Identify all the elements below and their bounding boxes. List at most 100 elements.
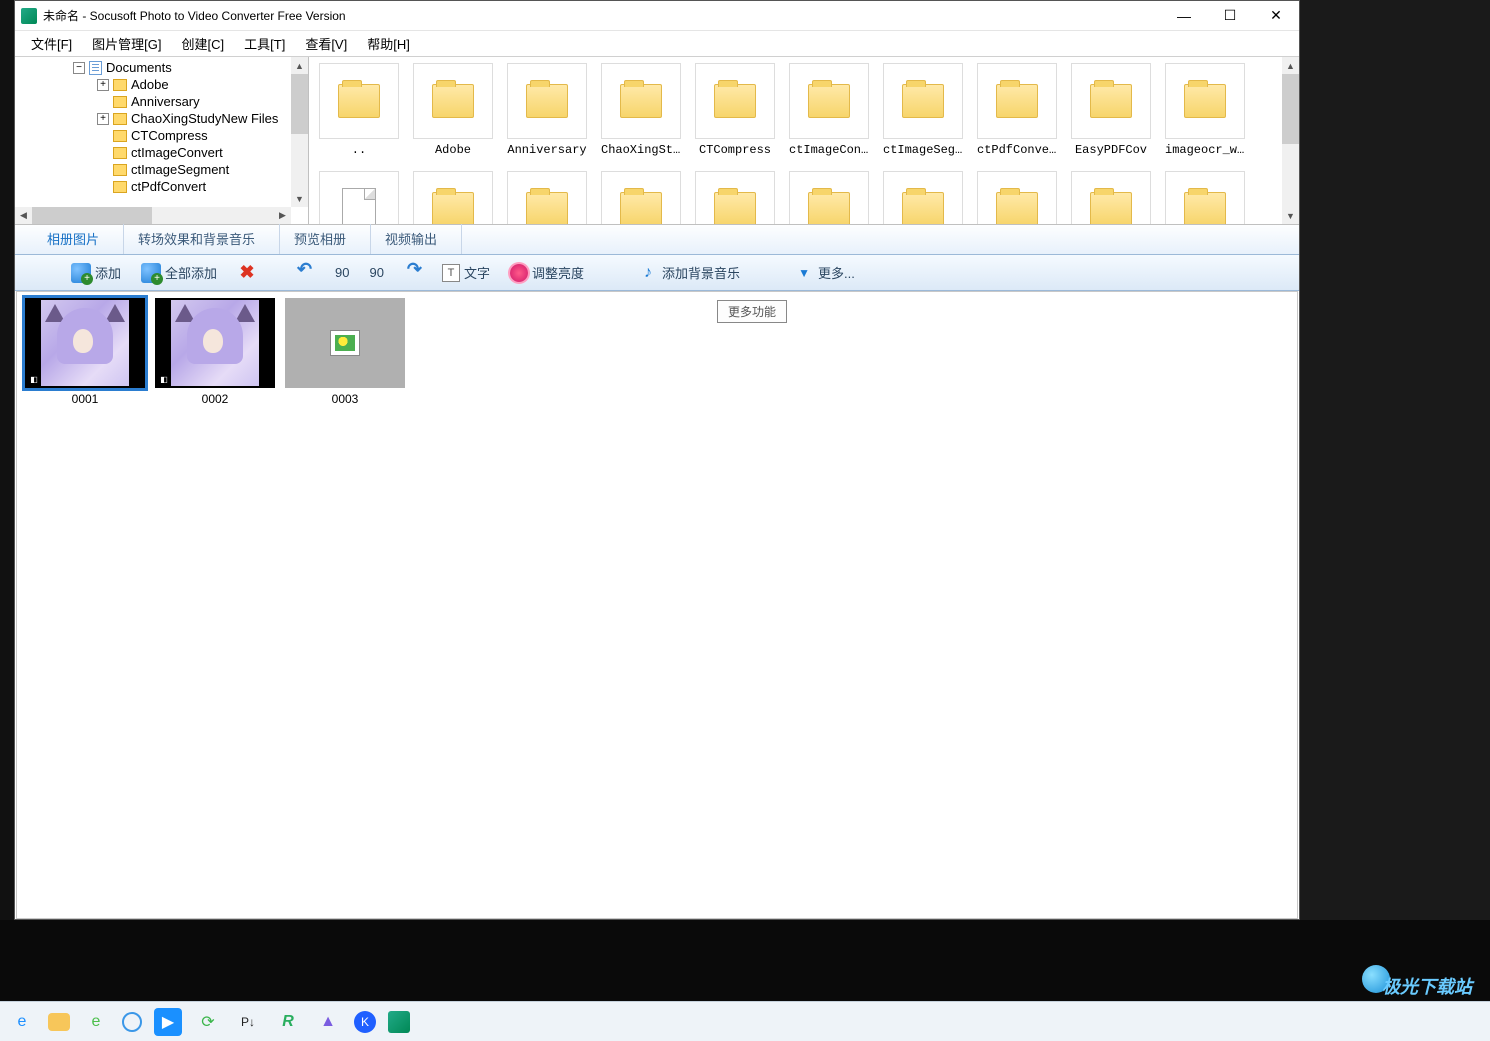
folder-icon [113, 96, 127, 108]
folder-item-up[interactable]: .. [319, 63, 399, 157]
album-item[interactable]: 0003 [285, 298, 405, 406]
taskbar-app1-icon[interactable]: ▶ [154, 1008, 182, 1036]
menu-file[interactable]: 文件[F] [21, 32, 82, 55]
bgmusic-button[interactable]: ♪ 添加背景音乐 [630, 260, 748, 286]
album-thumbnail[interactable]: ◧ [25, 298, 145, 388]
folder-item[interactable] [789, 171, 869, 224]
tree-item[interactable]: ctPdfConvert [15, 178, 308, 195]
folder-item[interactable]: ChaoXingSt.. [601, 63, 681, 157]
menu-view[interactable]: 查看[V] [295, 32, 357, 55]
tab-video-output[interactable]: 视频输出 [371, 223, 462, 254]
taskbar-app2-icon[interactable]: ⟳ [194, 1008, 222, 1036]
taskbar-pdf-icon[interactable]: P↓ [234, 1008, 262, 1036]
folder-item[interactable]: Adobe [413, 63, 493, 157]
folder-item[interactable]: ctImageCon.. [789, 63, 869, 157]
album-thumbnail-placeholder[interactable] [285, 298, 405, 388]
taskbar[interactable]: e e ▶ ⟳ P↓ R ▲ K [0, 1001, 1490, 1041]
album-pane[interactable]: ◧ 0001 ◧ 0002 0003 更 [16, 291, 1298, 919]
folder-icon [113, 130, 127, 142]
tree-horizontal-scrollbar[interactable]: ◀ ▶ [15, 207, 291, 224]
tree-body[interactable]: − Documents + Adobe Anniversary + ChaoXi… [15, 57, 308, 207]
taskbar-app5-icon[interactable]: K [354, 1011, 376, 1033]
taskbar-app4-icon[interactable]: ▲ [314, 1008, 342, 1036]
scroll-left-icon[interactable]: ◀ [15, 207, 32, 224]
taskbar-edge-icon[interactable]: e [82, 1008, 110, 1036]
menu-image-management[interactable]: 图片管理[G] [82, 32, 171, 55]
folder-item[interactable] [977, 171, 1057, 224]
collapse-icon[interactable]: − [73, 62, 85, 74]
tree-item[interactable]: + Adobe [15, 76, 308, 93]
tree-item[interactable]: Anniversary [15, 93, 308, 110]
folder-grid[interactable]: .. Adobe Anniversary ChaoXingSt.. CTComp… [309, 57, 1299, 224]
maximize-button[interactable]: ☐ [1207, 1, 1253, 31]
taskbar-app3-icon[interactable]: R [274, 1008, 302, 1036]
tree-item[interactable]: + ChaoXingStudyNew Files [15, 110, 308, 127]
album-item[interactable]: ◧ 0001 [25, 298, 145, 406]
tree-item[interactable]: ctImageSegment [15, 161, 308, 178]
scroll-down-icon[interactable]: ▼ [1282, 207, 1299, 224]
folder-item[interactable] [507, 171, 587, 224]
tree-item-label: ctImageSegment [131, 162, 229, 177]
folder-grid-scrollbar[interactable]: ▲ ▼ [1282, 57, 1299, 224]
folder-item[interactable] [695, 171, 775, 224]
more-label: 更多... [818, 263, 855, 282]
text-label: 文字 [464, 263, 490, 282]
folder-item[interactable] [1165, 171, 1245, 224]
folder-icon [714, 84, 756, 118]
add-button[interactable]: 添加 [63, 260, 129, 286]
tree-root[interactable]: − Documents [15, 59, 308, 76]
album-thumbnail[interactable]: ◧ [155, 298, 275, 388]
folder-item[interactable]: ctImageSeg.. [883, 63, 963, 157]
scroll-up-icon[interactable]: ▲ [1282, 57, 1299, 74]
brightness-button[interactable]: 调整亮度 [502, 260, 592, 285]
file-item[interactable] [319, 171, 399, 224]
scroll-thumb[interactable] [291, 74, 308, 134]
scroll-down-icon[interactable]: ▼ [291, 190, 308, 207]
folder-item[interactable] [413, 171, 493, 224]
folder-item[interactable] [1071, 171, 1151, 224]
folder-icon [526, 84, 568, 118]
taskbar-explorer-icon[interactable] [48, 1013, 70, 1031]
menu-help[interactable]: 帮助[H] [357, 32, 420, 55]
rotate-right-button[interactable]: 90 [362, 260, 416, 286]
folder-item[interactable]: imageocr_win [1165, 63, 1245, 157]
tab-transition-music[interactable]: 转场效果和背景音乐 [124, 223, 280, 254]
tab-preview-album[interactable]: 预览相册 [280, 223, 371, 254]
menu-create[interactable]: 创建[C] [172, 32, 235, 55]
tree-item[interactable]: ctImageConvert [15, 144, 308, 161]
minimize-button[interactable]: — [1161, 1, 1207, 31]
folder-icon [1090, 192, 1132, 224]
folder-item[interactable]: CTCompress [695, 63, 775, 157]
tab-album-photos[interactable]: 相册图片 [33, 223, 124, 254]
folder-item[interactable] [883, 171, 963, 224]
add-all-button[interactable]: 全部添加 [133, 260, 225, 286]
text-button[interactable]: 文字 [434, 260, 498, 285]
more-button[interactable]: ▼ 更多... [786, 260, 863, 286]
taskbar-ie-icon[interactable]: e [8, 1008, 36, 1036]
folder-icon [432, 192, 474, 224]
tree-vertical-scrollbar[interactable]: ▲ ▼ [291, 57, 308, 207]
close-button[interactable]: ✕ [1253, 1, 1299, 31]
rotate-left-button[interactable]: 90 [303, 260, 357, 286]
scroll-thumb[interactable] [1282, 74, 1299, 144]
folder-item[interactable]: ctPdfConvert [977, 63, 1057, 157]
scroll-up-icon[interactable]: ▲ [291, 57, 308, 74]
folder-item[interactable]: EasyPDFCov [1071, 63, 1151, 157]
folder-icon [432, 84, 474, 118]
taskbar-browser-icon[interactable] [122, 1012, 142, 1032]
folder-icon [996, 192, 1038, 224]
menu-bar: 文件[F] 图片管理[G] 创建[C] 工具[T] 查看[V] 帮助[H] [15, 31, 1299, 57]
folder-item[interactable] [601, 171, 681, 224]
delete-button[interactable]: ✖ [229, 260, 265, 286]
folder-icon [113, 164, 127, 176]
taskbar-current-app-icon[interactable] [388, 1011, 410, 1033]
add-all-icon [141, 263, 161, 283]
scroll-thumb[interactable] [32, 207, 152, 224]
menu-tools[interactable]: 工具[T] [234, 32, 295, 55]
expand-icon[interactable]: + [97, 79, 109, 91]
scroll-right-icon[interactable]: ▶ [274, 207, 291, 224]
album-item[interactable]: ◧ 0002 [155, 298, 275, 406]
folder-item[interactable]: Anniversary [507, 63, 587, 157]
expand-icon[interactable]: + [97, 113, 109, 125]
tree-item[interactable]: CTCompress [15, 127, 308, 144]
